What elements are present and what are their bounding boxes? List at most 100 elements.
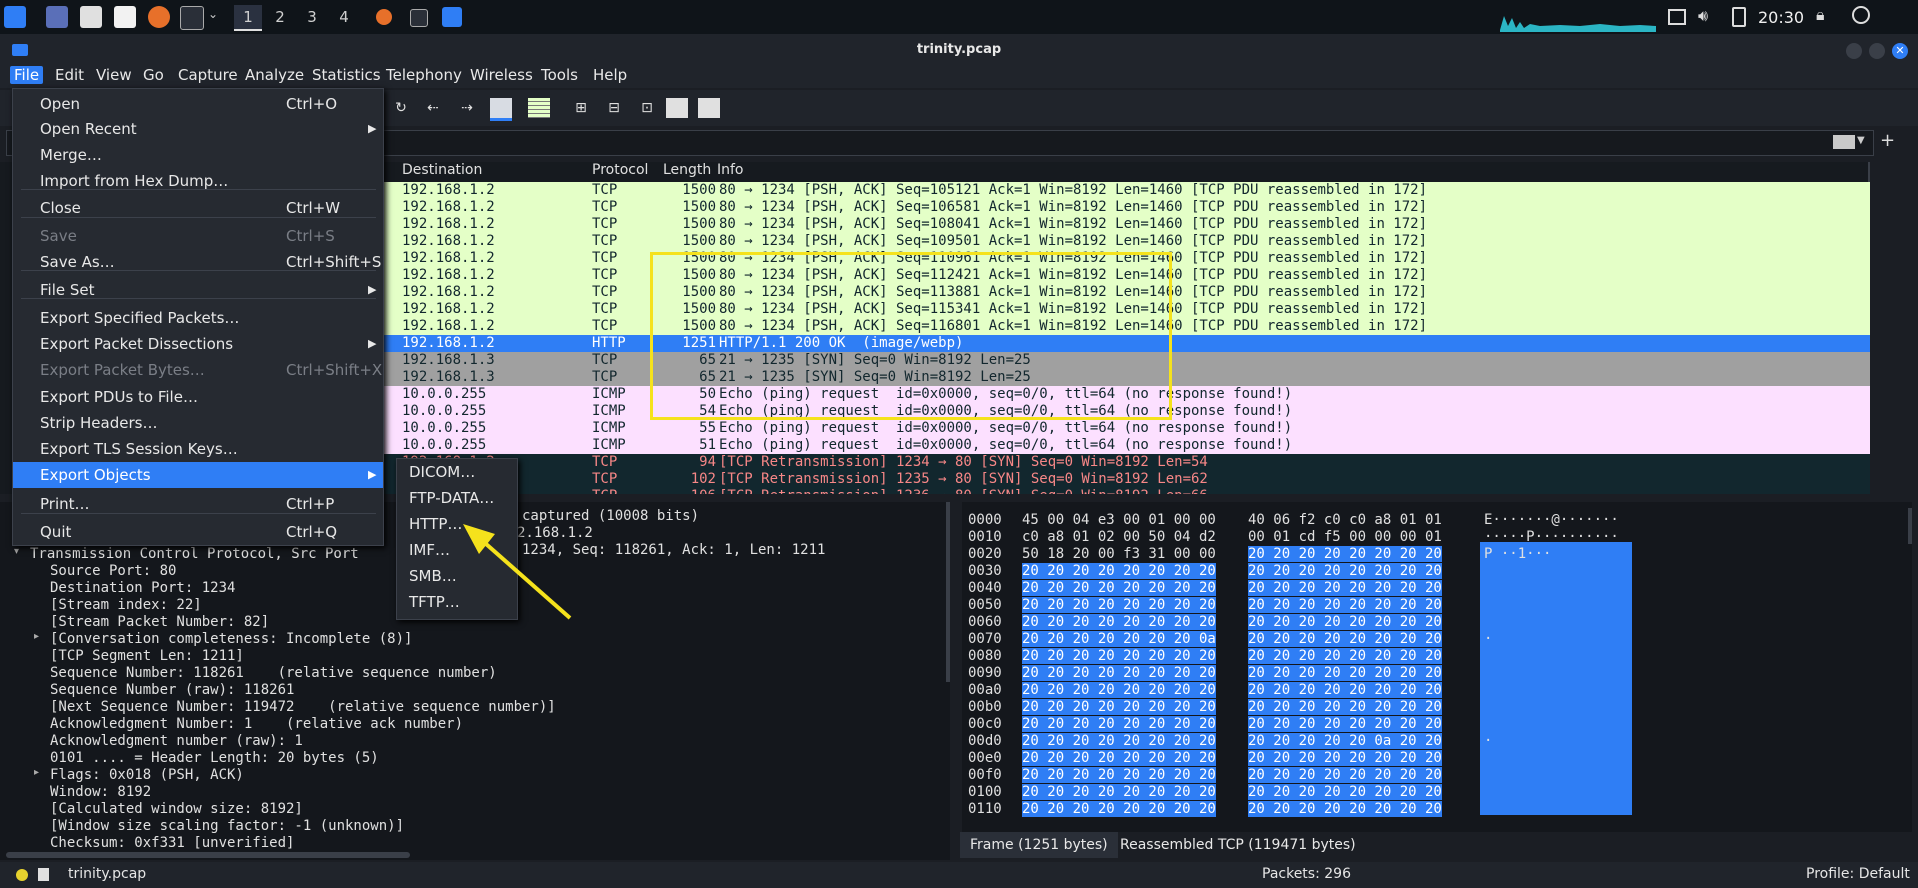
firefox-task-icon[interactable] <box>376 9 392 25</box>
packet-row[interactable]: 192.168.1.2 TCP 1500 80 → 1234 [PSH, ACK] S… <box>380 216 1870 233</box>
minimize-button[interactable] <box>1846 43 1862 59</box>
tab-frame[interactable]: Frame (1251 bytes) <box>960 832 1118 858</box>
column-destination[interactable]: Destination <box>402 162 482 180</box>
packet-row[interactable]: 192.168.1.2 TCP 1500 80 → 1234 [PSH, ACK] S… <box>380 199 1870 216</box>
menu-tools[interactable]: Tools <box>541 66 578 84</box>
colorize-icon[interactable] <box>528 98 550 118</box>
file-menu-item[interactable]: Export Specified Packets… <box>13 305 383 331</box>
hex-bytes[interactable]: 20 20 20 20 20 20 20 20 <box>1022 699 1216 715</box>
menu-file[interactable]: File <box>10 66 44 84</box>
hex-bytes[interactable]: 20 20 20 20 20 20 20 20 <box>1022 716 1216 732</box>
hex-bytes[interactable]: 20 20 20 20 20 20 20 20 <box>1248 648 1442 664</box>
detail-line[interactable]: 0101 .... = Header Length: 20 bytes (5) <box>50 750 379 766</box>
text-editor-icon[interactable] <box>114 6 136 28</box>
go-back-icon[interactable]: ⇠ <box>422 98 444 118</box>
workspace-3[interactable]: 3 <box>298 5 326 29</box>
volume-icon[interactable]: 🔊︎ <box>1698 6 1708 26</box>
hex-bytes[interactable]: 20 20 20 20 20 20 20 20 <box>1248 784 1442 800</box>
hex-bytes[interactable]: 20 20 20 20 20 20 20 20 <box>1022 682 1216 698</box>
reload-icon[interactable]: ↻ <box>390 98 412 118</box>
detail-line[interactable]: [Window size scaling factor: -1 (unknown… <box>50 818 404 834</box>
export-objects-item[interactable]: TFTP… <box>409 593 460 611</box>
expander-icon[interactable]: ▸ <box>34 631 39 642</box>
file-menu-item[interactable]: Merge… <box>13 142 383 168</box>
file-menu-item[interactable]: Quit Ctrl+Q <box>13 519 383 545</box>
detail-line[interactable]: Acknowledgment Number: 1 (relative ack n… <box>50 716 463 732</box>
hex-bytes[interactable]: 20 20 20 20 20 20 20 20 <box>1248 716 1442 732</box>
hex-bytes[interactable]: 20 20 20 20 20 20 20 20 <box>1248 614 1442 630</box>
zoom-in-icon[interactable]: ⊞ <box>570 98 592 118</box>
menu-telephony[interactable]: Telephony <box>386 66 462 84</box>
detail-line[interactable]: [Conversation completeness: Incomplete (… <box>50 631 412 647</box>
hex-bytes[interactable]: 20 20 20 20 20 20 20 20 <box>1022 580 1216 596</box>
packet-row[interactable]: TCP 106[TCP Retransmission] 1236 → 80 [SY… <box>380 488 1870 494</box>
display-icon[interactable] <box>1668 9 1686 25</box>
hex-scrollbar[interactable] <box>1908 508 1912 544</box>
hex-bytes[interactable]: 20 20 20 20 20 20 20 20 <box>1022 750 1216 766</box>
packet-row[interactable]: TCP 102 [TCP Retransmission] 1235 → 80 [SY… <box>380 471 1870 488</box>
detail-line[interactable]: Source Port: 80 <box>50 563 176 579</box>
maximize-button[interactable] <box>1869 43 1885 59</box>
hex-bytes[interactable]: 20 20 20 20 20 20 20 20 <box>1248 750 1442 766</box>
packet-row[interactable]: 192.168.1.2TCP94[TCP Retransmission] 123… <box>380 454 1870 471</box>
hex-bytes[interactable]: 00 01 cd f5 00 00 00 01 <box>1248 529 1442 545</box>
detail-line[interactable]: [Calculated window size: 8192] <box>50 801 303 817</box>
layout-icon[interactable] <box>698 98 720 118</box>
export-objects-item[interactable]: SMB… <box>409 567 457 585</box>
detail-line[interactable]: [Stream index: 22] <box>50 597 202 613</box>
chevron-down-icon[interactable]: ▼ <box>1857 135 1865 146</box>
detail-line[interactable]: Flags: 0x018 (PSH, ACK) <box>50 767 244 783</box>
status-profile[interactable]: Profile: Default <box>1806 866 1910 882</box>
wireshark-task-icon[interactable] <box>442 7 462 27</box>
export-objects-item[interactable]: DICOM… <box>409 463 475 481</box>
column-length[interactable]: Length <box>663 162 711 180</box>
file-menu-item[interactable]: Print… Ctrl+P <box>13 491 383 517</box>
clock[interactable]: 20:30 <box>1758 8 1804 27</box>
hex-bytes[interactable]: 45 00 04 e3 00 01 00 00 <box>1022 512 1216 528</box>
column-protocol[interactable]: Protocol <box>592 162 648 180</box>
workspace-2[interactable]: 2 <box>266 5 294 29</box>
hex-bytes[interactable]: 20 20 20 20 20 20 20 20 <box>1022 614 1216 630</box>
expander-icon[interactable]: ▸ <box>34 767 39 778</box>
terminal-icon[interactable] <box>180 6 204 30</box>
tab-reassembled-tcp[interactable]: Reassembled TCP (119471 bytes) <box>1110 832 1366 858</box>
kali-menu-icon[interactable] <box>4 6 26 28</box>
power-icon[interactable] <box>1852 6 1870 24</box>
battery-icon[interactable] <box>1732 7 1746 27</box>
hex-bytes[interactable]: 20 20 20 20 20 20 20 20 <box>1022 597 1216 613</box>
file-menu-item[interactable]: Save As… Ctrl+Shift+S <box>13 249 383 275</box>
file-menu-item[interactable]: Export Packet Dissections ▶ <box>13 331 383 357</box>
edit-comment-icon[interactable] <box>38 868 49 881</box>
hex-bytes[interactable]: 20 20 20 20 20 20 20 20 <box>1248 563 1442 579</box>
file-menu-item[interactable]: Open Recent ▶ <box>13 116 383 142</box>
hex-bytes[interactable]: 20 20 20 20 20 20 20 20 <box>1248 767 1442 783</box>
menu-wireless[interactable]: Wireless <box>470 66 533 84</box>
export-objects-item[interactable]: IMF… <box>409 541 450 559</box>
hex-bytes[interactable]: 20 20 20 20 20 20 20 20 <box>1248 699 1442 715</box>
packet-row[interactable]: 192.168.1.2 TCP 1500 80 → 1234 [PSH, ACK] S… <box>380 182 1870 199</box>
hex-bytes[interactable]: 20 20 20 20 20 20 20 20 <box>1022 563 1216 579</box>
terminal-task-icon[interactable] <box>410 9 428 27</box>
detail-line[interactable]: Window: 8192 <box>50 784 151 800</box>
menu-view[interactable]: View <box>96 66 132 84</box>
workspace-4[interactable]: 4 <box>330 5 358 29</box>
packet-row[interactable]: 10.0.0.255 ICMP 55 Echo (ping) request id=0… <box>380 420 1870 437</box>
hex-bytes[interactable]: 40 06 f2 c0 c0 a8 01 01 <box>1248 512 1442 528</box>
add-filter-button[interactable]: + <box>1880 130 1895 151</box>
hex-bytes[interactable]: 20 20 20 20 20 20 20 20 <box>1248 801 1442 817</box>
export-objects-item[interactable]: FTP-DATA… <box>409 489 494 507</box>
hex-bytes[interactable]: 20 20 20 20 20 20 20 20 <box>1248 631 1442 647</box>
expert-info-icon[interactable] <box>16 869 28 881</box>
file-menu-item[interactable]: Export Objects ▶ <box>13 462 383 488</box>
column-info[interactable]: Info <box>717 162 744 180</box>
expander-icon[interactable]: ▾ <box>14 546 19 557</box>
go-forward-icon[interactable]: ⇢ <box>456 98 478 118</box>
details-hscrollbar[interactable] <box>6 852 410 858</box>
hex-bytes[interactable]: 20 20 20 20 20 20 20 20 <box>1022 767 1216 783</box>
detail-line[interactable]: Sequence Number (raw): 118261 <box>50 682 294 698</box>
detail-line[interactable]: Acknowledgment number (raw): 1 <box>50 733 303 749</box>
workspace-1[interactable]: 1 <box>234 5 262 31</box>
autoscroll-icon[interactable] <box>490 98 512 121</box>
hex-bytes[interactable]: 20 20 20 20 20 20 20 20 <box>1248 580 1442 596</box>
lock-icon[interactable]: 🔒︎ <box>1816 5 1825 25</box>
